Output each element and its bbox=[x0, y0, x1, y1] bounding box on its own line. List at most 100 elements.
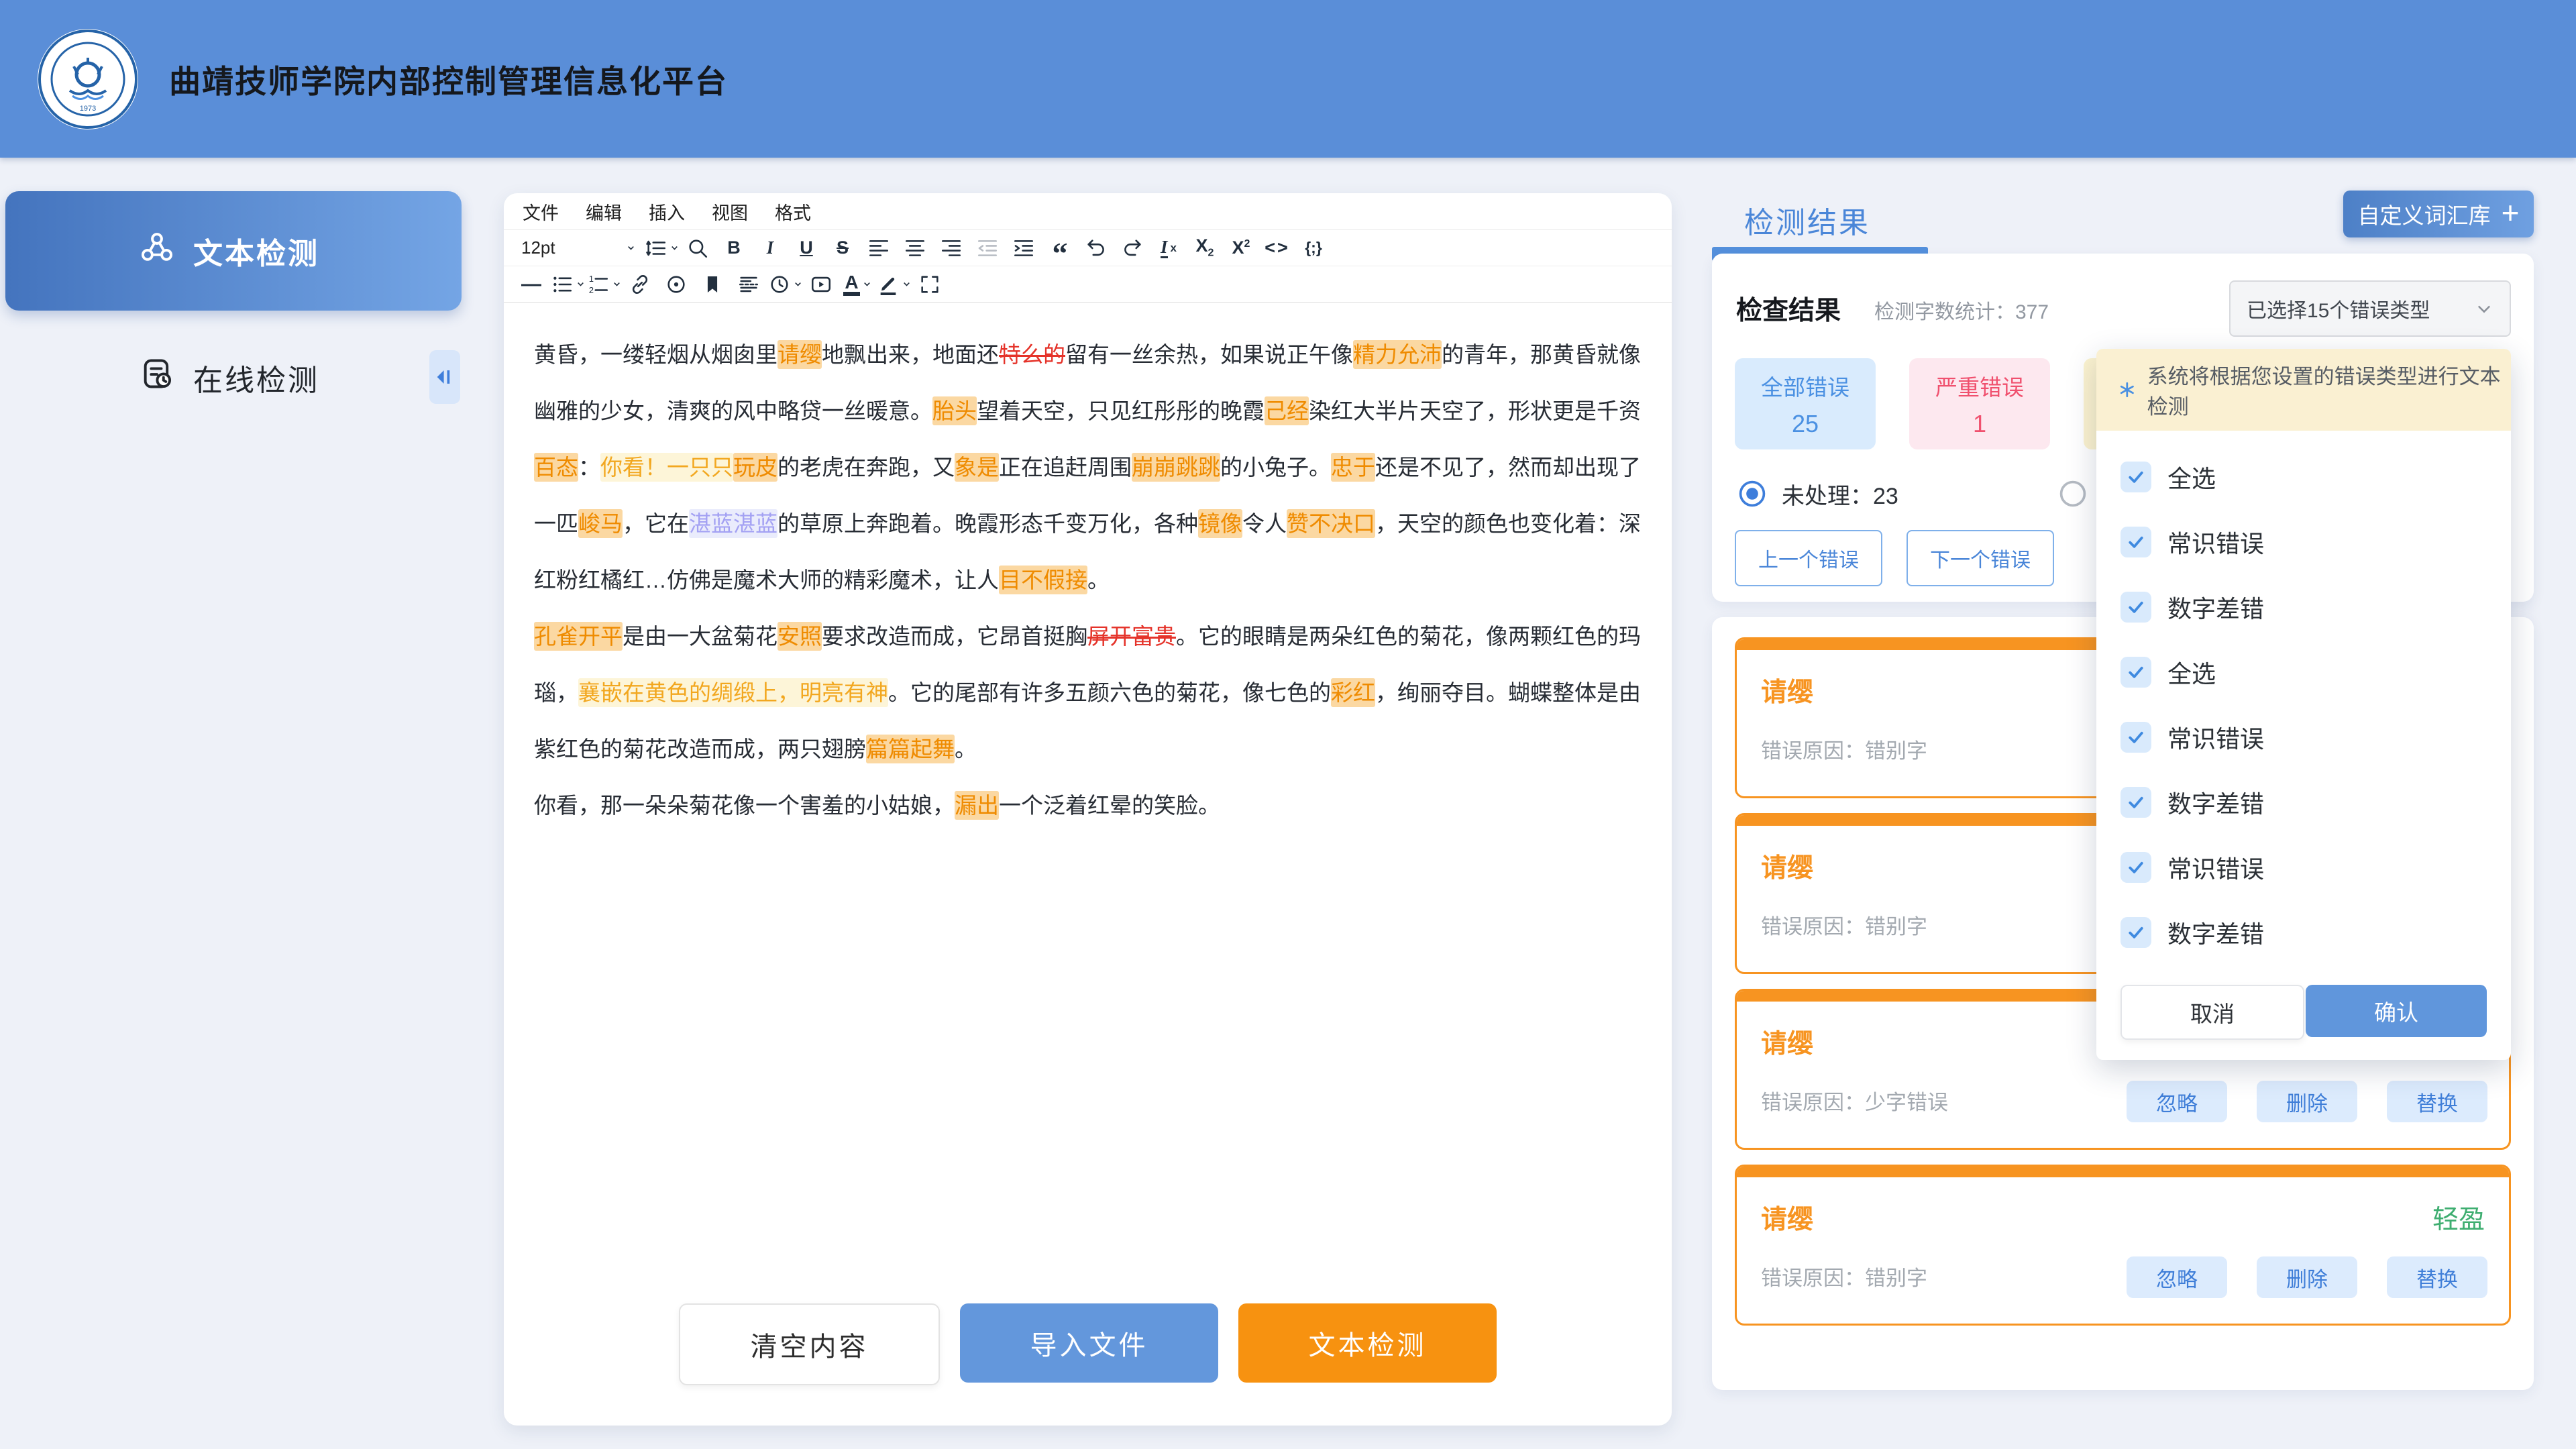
prev-error-button[interactable]: 上一个错误 bbox=[1735, 530, 1882, 586]
error-highlight[interactable]: 忠于 bbox=[1331, 453, 1375, 482]
error-highlight[interactable]: 精力允沛 bbox=[1353, 340, 1442, 369]
align-left-icon[interactable] bbox=[861, 233, 897, 264]
menu-item-3[interactable]: 视图 bbox=[712, 199, 748, 225]
replace-button[interactable]: 替换 bbox=[2387, 1081, 2487, 1122]
error-type-option[interactable]: 全选 bbox=[2096, 444, 2511, 509]
error-highlight[interactable]: 篇篇起舞 bbox=[866, 735, 955, 763]
menu-item-2[interactable]: 插入 bbox=[649, 199, 685, 225]
confirm-button[interactable]: 确认 bbox=[2306, 985, 2487, 1037]
error-type-option[interactable]: 常识错误 bbox=[2096, 835, 2511, 900]
import-file-button[interactable]: 导入文件 bbox=[960, 1303, 1218, 1383]
bullet-list-icon[interactable] bbox=[549, 269, 586, 300]
custom-vocab-button[interactable]: 自定义词汇库 + bbox=[2343, 191, 2534, 237]
clear-content-button[interactable]: 清空内容 bbox=[679, 1303, 940, 1385]
results-tab-title[interactable]: 检测结果 bbox=[1744, 199, 1870, 241]
error-highlight[interactable]: 安照 bbox=[777, 622, 822, 651]
error-highlight[interactable]: 玩皮 bbox=[733, 453, 777, 482]
delete-button[interactable]: 删除 bbox=[2257, 1081, 2357, 1122]
sidebar-collapse-button[interactable] bbox=[429, 350, 460, 404]
media-icon[interactable] bbox=[803, 269, 839, 300]
error-highlight[interactable]: 赞不决口 bbox=[1287, 509, 1375, 538]
error-stat-chip-pink[interactable]: 严重错误1 bbox=[1909, 358, 2050, 449]
error-highlight[interactable]: 象是 bbox=[955, 453, 999, 482]
fullscreen-icon[interactable] bbox=[912, 269, 948, 300]
horizontal-rule-icon[interactable]: — bbox=[513, 269, 549, 300]
blockquote-icon[interactable]: “ bbox=[1042, 233, 1078, 264]
bold-icon[interactable]: B bbox=[716, 233, 752, 264]
checkbox-checked-icon[interactable] bbox=[2121, 787, 2151, 818]
radio-processed[interactable] bbox=[2058, 479, 2088, 512]
error-highlight[interactable]: 崩崩跳跳 bbox=[1132, 453, 1220, 482]
checkbox-checked-icon[interactable] bbox=[2121, 852, 2151, 883]
page-break-icon[interactable] bbox=[731, 269, 767, 300]
checkbox-checked-icon[interactable] bbox=[2121, 592, 2151, 623]
error-stat-chip-blue[interactable]: 全部错误25 bbox=[1735, 358, 1876, 449]
cancel-button[interactable]: 取消 bbox=[2121, 985, 2304, 1040]
code-sample-icon[interactable]: {;} bbox=[1295, 233, 1332, 264]
error-highlight[interactable]: 目不假接 bbox=[999, 566, 1087, 594]
menu-item-1[interactable]: 编辑 bbox=[586, 199, 622, 225]
error-type-option[interactable]: 数字差错 bbox=[2096, 769, 2511, 835]
error-highlight[interactable]: 己经 bbox=[1265, 396, 1309, 425]
error-type-select[interactable]: 已选择15个错误类型 bbox=[2229, 280, 2511, 337]
remove-format-icon[interactable]: Ix bbox=[1150, 233, 1187, 264]
error-highlight[interactable]: 请缨 bbox=[777, 340, 822, 369]
superscript-icon[interactable]: X2 bbox=[1223, 233, 1259, 264]
editor-content[interactable]: 黄昏，一缕轻烟从烟囱里请缨地飘出来，地面还特么的留有一丝余热，如果说正午像精力允… bbox=[504, 303, 1672, 834]
code-icon[interactable]: <> bbox=[1259, 233, 1295, 264]
radio-unprocessed[interactable]: 未处理：23 bbox=[1737, 479, 1898, 508]
menu-item-4[interactable]: 格式 bbox=[775, 199, 811, 225]
subscript-icon[interactable]: X2 bbox=[1187, 233, 1223, 264]
error-highlight[interactable]: 屏开富贵 bbox=[1087, 622, 1176, 651]
font-size-select[interactable]: 12pt bbox=[513, 233, 643, 264]
outdent-icon[interactable] bbox=[969, 233, 1006, 264]
highlight-color-icon[interactable] bbox=[875, 269, 912, 300]
error-card[interactable]: 请缨轻盈错误原因：错别字忽略删除替换 bbox=[1735, 1165, 2511, 1326]
checkbox-checked-icon[interactable] bbox=[2121, 657, 2151, 688]
error-type-option[interactable]: 常识错误 bbox=[2096, 704, 2511, 769]
error-highlight[interactable]: 孔雀开平 bbox=[534, 622, 623, 651]
align-center-icon[interactable] bbox=[897, 233, 933, 264]
error-type-option[interactable]: 常识错误 bbox=[2096, 509, 2511, 574]
anchor-icon[interactable] bbox=[658, 269, 694, 300]
ignore-button[interactable]: 忽略 bbox=[2127, 1256, 2227, 1298]
sidebar-item-text-detection[interactable]: 文本检测 bbox=[5, 191, 462, 311]
error-highlight[interactable]: 特么的 bbox=[999, 340, 1065, 369]
datetime-icon[interactable] bbox=[767, 269, 803, 300]
strikethrough-icon[interactable]: S bbox=[824, 233, 861, 264]
checkbox-checked-icon[interactable] bbox=[2121, 722, 2151, 753]
line-height-icon[interactable] bbox=[643, 233, 680, 264]
next-error-button[interactable]: 下一个错误 bbox=[1907, 530, 2054, 586]
error-highlight[interactable]: 你看！一只只 bbox=[600, 453, 733, 482]
text-detect-button[interactable]: 文本检测 bbox=[1238, 1303, 1497, 1383]
replace-button[interactable]: 替换 bbox=[2387, 1256, 2487, 1298]
checkbox-checked-icon[interactable] bbox=[2121, 462, 2151, 492]
bookmark-icon[interactable] bbox=[694, 269, 731, 300]
redo-icon[interactable] bbox=[1114, 233, 1150, 264]
align-right-icon[interactable] bbox=[933, 233, 969, 264]
checkbox-checked-icon[interactable] bbox=[2121, 917, 2151, 948]
indent-icon[interactable] bbox=[1006, 233, 1042, 264]
checkbox-checked-icon[interactable] bbox=[2121, 527, 2151, 557]
link-icon[interactable] bbox=[622, 269, 658, 300]
error-type-option[interactable]: 数字差错 bbox=[2096, 900, 2511, 965]
error-type-option[interactable]: 全选 bbox=[2096, 639, 2511, 704]
search-icon[interactable] bbox=[680, 233, 716, 264]
error-highlight[interactable]: 胎头 bbox=[932, 396, 977, 425]
ignore-button[interactable]: 忽略 bbox=[2127, 1081, 2227, 1122]
error-highlight[interactable]: 百态 bbox=[534, 453, 578, 482]
numbered-list-icon[interactable]: 12 bbox=[586, 269, 622, 300]
error-type-option[interactable]: 数字差错 bbox=[2096, 574, 2511, 639]
undo-icon[interactable] bbox=[1078, 233, 1114, 264]
error-highlight[interactable]: 峻马 bbox=[578, 509, 623, 538]
italic-icon[interactable]: I bbox=[752, 233, 788, 264]
error-highlight[interactable]: 彩红 bbox=[1331, 678, 1375, 707]
underline-icon[interactable]: U bbox=[788, 233, 824, 264]
text-color-icon[interactable]: A bbox=[839, 269, 875, 300]
error-highlight[interactable]: 襄嵌在黄色的绸缎上，明亮有神 bbox=[578, 678, 888, 707]
error-highlight[interactable]: 漏出 bbox=[955, 791, 999, 820]
error-highlight[interactable]: 湛蓝湛蓝 bbox=[689, 509, 777, 538]
delete-button[interactable]: 删除 bbox=[2257, 1256, 2357, 1298]
suggestion-word[interactable]: 轻盈 bbox=[2432, 1199, 2485, 1236]
menu-item-0[interactable]: 文件 bbox=[523, 199, 559, 225]
